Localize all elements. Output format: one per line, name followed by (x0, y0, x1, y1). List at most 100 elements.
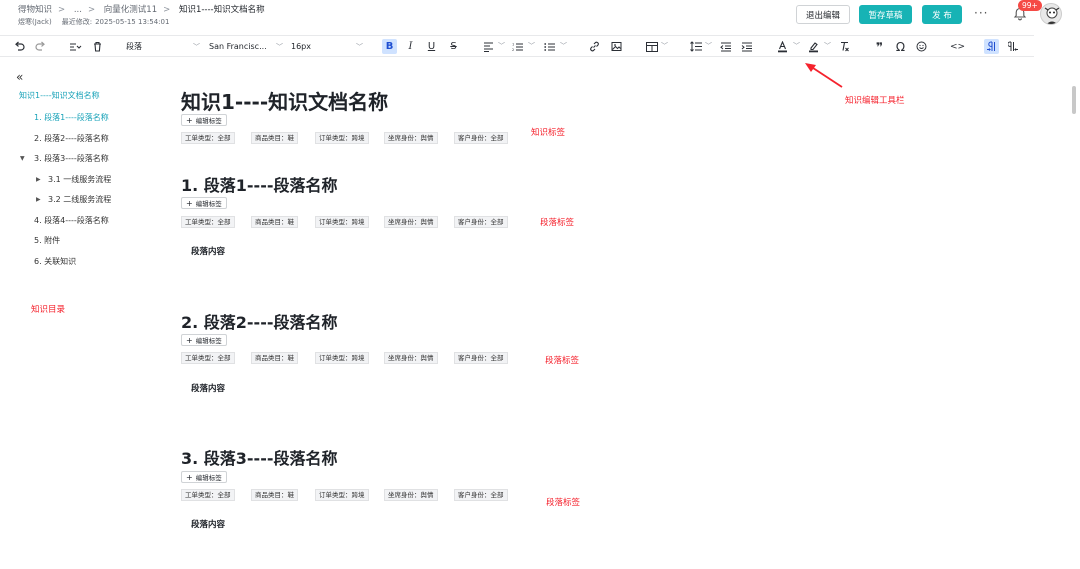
toc-item[interactable]: 3.1 一线服务流程 (48, 174, 111, 185)
more-options-icon[interactable]: ··· (974, 6, 988, 20)
edit-tags-button[interactable]: + 编辑标签 (181, 471, 227, 483)
toc-item[interactable]: 1. 段落1----段落名称 (34, 112, 109, 123)
tag-chip[interactable]: 商品类目：鞋 (251, 352, 298, 364)
italic-button[interactable]: I (403, 39, 418, 54)
caret-right-icon[interactable]: ▶ (36, 196, 41, 203)
toc-item[interactable]: 4. 段落4----段落名称 (34, 215, 109, 226)
edit-tags-button[interactable]: + 编辑标签 (181, 334, 227, 346)
ltr-direction-icon[interactable] (984, 39, 999, 54)
breadcrumb-item[interactable]: 向量化测试11 (104, 5, 157, 15)
tag-chip[interactable]: 坐席身份：舆情 (384, 489, 438, 501)
paragraph-style-select[interactable]: 段落 ﹀ (124, 39, 202, 54)
toc-item[interactable]: 5. 附件 (34, 235, 60, 246)
plus-icon: + (186, 115, 193, 125)
caret-right-icon[interactable]: ▶ (36, 176, 41, 183)
tag-chip[interactable]: 订单类型：跨境 (315, 489, 369, 501)
outdent-icon[interactable] (718, 39, 733, 54)
highlight-icon[interactable] (806, 39, 821, 54)
chevron-down-icon[interactable]: ﹀ (560, 41, 567, 51)
line-height-icon[interactable] (688, 39, 703, 54)
ordered-list-icon[interactable]: 12 (510, 39, 525, 54)
annotation-section-tags: 段落标签 (540, 218, 575, 228)
chevron-down-icon[interactable]: ﹀ (705, 41, 712, 51)
strikethrough-button[interactable]: S (446, 39, 461, 54)
breadcrumb-separator-icon: > (58, 5, 66, 15)
toc-item[interactable]: 6. 关联知识 (34, 256, 76, 267)
bullet-list-icon[interactable] (542, 39, 557, 54)
breadcrumb-item[interactable]: 得物知识 (18, 5, 52, 15)
chevron-down-icon[interactable]: ﹀ (824, 41, 831, 51)
emoji-icon[interactable] (914, 39, 929, 54)
underline-button[interactable]: U (424, 39, 439, 54)
breadcrumb: 得物知识 > ... > 向量化测试11 > 知识1----知识文档名称 (18, 3, 271, 15)
code-icon[interactable]: <> (950, 39, 965, 54)
tag-chip[interactable]: 工单类型：全部 (181, 132, 235, 144)
section-title[interactable]: 3. 段落3----段落名称 (181, 445, 337, 469)
tag-chip[interactable]: 商品类目：鞋 (251, 132, 298, 144)
caret-down-icon[interactable]: ▼ (20, 155, 25, 162)
image-icon[interactable] (609, 39, 624, 54)
font-color-icon[interactable] (775, 39, 790, 54)
publish-button[interactable]: 发 布 (922, 5, 962, 24)
align-left-icon[interactable] (481, 39, 496, 54)
tag-chip[interactable]: 坐席身份：舆情 (384, 132, 438, 144)
exit-edit-button[interactable]: 退出编辑 (796, 5, 850, 24)
edit-tags-button[interactable]: + 编辑标签 (181, 114, 227, 126)
edit-tags-label: 编辑标签 (195, 337, 222, 345)
save-draft-button[interactable]: 暂存草稿 (859, 5, 912, 24)
quote-icon[interactable]: ❞ (872, 39, 887, 54)
delete-icon[interactable] (90, 39, 105, 54)
tag-chip[interactable]: 商品类目：鞋 (251, 216, 298, 228)
section-content[interactable]: 段落内容 (191, 382, 225, 394)
section-title[interactable]: 1. 段落1----段落名称 (181, 172, 337, 196)
breadcrumb-item[interactable]: ... (74, 5, 82, 15)
collapse-sidebar-icon[interactable]: « (16, 70, 23, 84)
tag-chip[interactable]: 工单类型：全部 (181, 352, 235, 364)
scrollbar[interactable] (1072, 86, 1076, 114)
redo-icon[interactable] (33, 39, 48, 54)
tag-chip[interactable]: 客户身份：全部 (454, 352, 508, 364)
font-size-value: 16px (291, 42, 311, 51)
tag-chip[interactable]: 订单类型：跨境 (315, 352, 369, 364)
toc-item[interactable]: 2. 段落2----段落名称 (34, 133, 109, 144)
toc-item[interactable]: 3.2 二线服务流程 (48, 194, 111, 205)
special-char-icon[interactable]: Ω (893, 39, 908, 54)
chevron-down-icon[interactable]: ﹀ (498, 41, 505, 51)
indent-icon[interactable] (739, 39, 754, 54)
font-family-select[interactable]: San Francisc... ﹀ (207, 39, 285, 54)
clear-format-icon[interactable] (837, 39, 852, 54)
chevron-down-icon[interactable]: ﹀ (528, 41, 535, 51)
chevron-down-icon[interactable]: ﹀ (793, 41, 800, 51)
link-icon[interactable] (587, 39, 602, 54)
edit-tags-label: 编辑标签 (195, 474, 222, 482)
edit-tags-button[interactable]: + 编辑标签 (181, 197, 227, 209)
format-painter-icon[interactable] (68, 39, 83, 54)
toc-item[interactable]: 3. 段落3----段落名称 (34, 153, 109, 164)
section-content[interactable]: 段落内容 (191, 518, 225, 530)
page-header: 得物知识 > ... > 向量化测试11 > 知识1----知识文档名称 煜寒(Jac… (0, 0, 1080, 34)
tag-chip[interactable]: 坐席身份：舆情 (384, 352, 438, 364)
document-title[interactable]: 知识1----知识文档名称 (181, 86, 388, 115)
section-title[interactable]: 2. 段落2----段落名称 (181, 309, 337, 333)
font-size-select[interactable]: 16px ﹀ (289, 39, 365, 54)
tag-chip[interactable]: 工单类型：全部 (181, 216, 235, 228)
tag-chip[interactable]: 客户身份：全部 (454, 132, 508, 144)
tag-chip[interactable]: 客户身份：全部 (454, 489, 508, 501)
tag-chip[interactable]: 商品类目：鞋 (251, 489, 298, 501)
tag-chip[interactable]: 坐席身份：舆情 (384, 216, 438, 228)
tag-chip[interactable]: 订单类型：跨境 (315, 216, 369, 228)
avatar[interactable] (1040, 3, 1062, 25)
author-name: 煜寒(Jack) (18, 18, 52, 26)
undo-icon[interactable] (12, 39, 27, 54)
tag-chip[interactable]: 订单类型：跨境 (315, 132, 369, 144)
section-content[interactable]: 段落内容 (191, 245, 225, 257)
chevron-down-icon[interactable]: ﹀ (661, 41, 668, 51)
annotation-doc-tags: 知识标签 (531, 128, 566, 138)
bold-button[interactable]: B (382, 39, 397, 54)
table-icon[interactable] (644, 39, 659, 54)
breadcrumb-separator-icon: > (163, 5, 171, 15)
rtl-direction-icon[interactable] (1006, 39, 1021, 54)
tag-chip[interactable]: 工单类型：全部 (181, 489, 235, 501)
tag-chip[interactable]: 客户身份：全部 (454, 216, 508, 228)
toc-title[interactable]: 知识1----知识文档名称 (19, 90, 100, 101)
